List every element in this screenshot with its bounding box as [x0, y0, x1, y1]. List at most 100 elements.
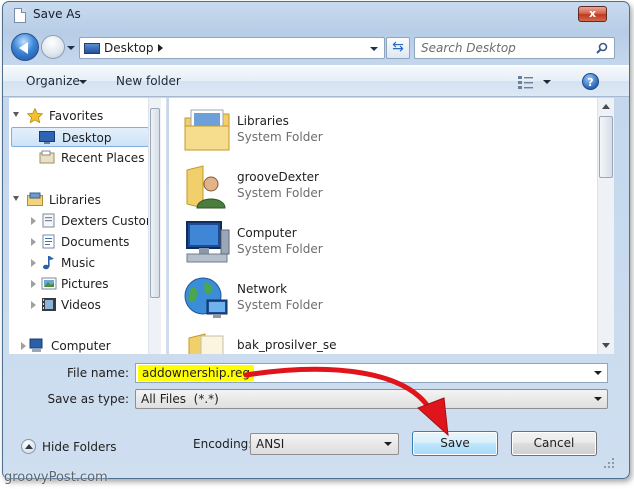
- collapse-up-icon[interactable]: [21, 439, 36, 454]
- sidebar-item-favorites[interactable]: Favorites: [9, 106, 151, 126]
- views-icon[interactable]: [517, 75, 535, 89]
- scrollbar-thumb[interactable]: [599, 116, 613, 178]
- sidebar-item-libraries[interactable]: Libraries: [9, 190, 151, 210]
- hide-folders-button[interactable]: Hide Folders: [21, 439, 121, 457]
- navigation-scrollbar[interactable]: [148, 98, 161, 354]
- watermark: groovyPost.com: [4, 470, 108, 485]
- expand-arrow-icon[interactable]: [13, 196, 19, 201]
- expand-arrow-icon[interactable]: [31, 280, 36, 288]
- sidebar-item-computer[interactable]: Computer: [9, 336, 151, 354]
- encoding-select[interactable]: ANSI: [250, 433, 399, 455]
- window-title: Save As: [33, 7, 81, 21]
- sidebar-item-label: Recent Places: [61, 151, 145, 165]
- scroll-up-icon[interactable]: [602, 104, 610, 109]
- expand-arrow-icon[interactable]: [31, 301, 36, 309]
- file-name: Computer: [237, 226, 297, 240]
- save-as-type-value: All Files (*.*): [141, 392, 219, 406]
- sidebar-item-label: Computer: [51, 339, 111, 353]
- file-name-label: File name:: [67, 366, 129, 380]
- chevron-down-icon[interactable]: [594, 397, 602, 401]
- document-icon: [14, 8, 26, 23]
- file-list: Libraries System Folder grooveDexter Sys…: [169, 98, 597, 354]
- help-button[interactable]: ?: [582, 73, 599, 90]
- chevron-down-icon[interactable]: [384, 442, 392, 446]
- file-name-field[interactable]: addownership.reg: [135, 363, 608, 383]
- address-bar[interactable]: Desktop: [79, 37, 385, 59]
- chevron-down-icon[interactable]: [594, 371, 602, 375]
- sidebar-item-recent-places[interactable]: Recent Places: [9, 148, 151, 168]
- save-button[interactable]: Save: [412, 431, 498, 456]
- list-item[interactable]: bak_prosilver_se: [169, 326, 589, 354]
- file-name-value[interactable]: addownership.reg: [138, 365, 254, 381]
- chevron-right-icon[interactable]: [158, 44, 163, 52]
- scrollbar-thumb[interactable]: [150, 108, 160, 298]
- file-name: Network: [237, 282, 288, 296]
- views-dropdown-icon[interactable]: [543, 80, 551, 84]
- videos-icon: [42, 298, 56, 311]
- recent-pages-dropdown-icon[interactable]: [67, 46, 75, 50]
- file-list-scrollbar[interactable]: [597, 98, 614, 354]
- documents-icon: [42, 234, 55, 249]
- save-as-type-select[interactable]: All Files (*.*): [135, 389, 608, 409]
- expand-arrow-icon[interactable]: [31, 238, 36, 246]
- file-name: Libraries: [237, 114, 289, 128]
- new-folder-button[interactable]: New folder: [116, 74, 181, 88]
- resize-grip-icon[interactable]: [603, 457, 615, 469]
- sidebar-item-label: Libraries: [49, 193, 101, 207]
- sidebar-item-desktop[interactable]: Desktop: [11, 127, 149, 147]
- expand-arrow-icon[interactable]: [31, 217, 36, 225]
- sidebar-item-label: Favorites: [49, 109, 104, 123]
- sidebar-item-label: Videos: [61, 298, 101, 312]
- cancel-button[interactable]: Cancel: [511, 431, 597, 456]
- title-bar[interactable]: Save As x: [3, 2, 629, 30]
- address-location[interactable]: Desktop: [104, 41, 154, 55]
- file-name: bak_prosilver_se: [237, 338, 337, 352]
- close-button[interactable]: x: [578, 6, 607, 22]
- search-box[interactable]: Search Desktop: [414, 37, 615, 59]
- file-type: System Folder: [237, 130, 323, 144]
- list-item[interactable]: Computer System Folder: [169, 214, 589, 270]
- address-dropdown-icon[interactable]: [370, 47, 378, 51]
- file-type: System Folder: [237, 298, 323, 312]
- refresh-button[interactable]: ⇆: [386, 37, 410, 59]
- list-item[interactable]: Network System Folder: [169, 270, 589, 326]
- star-icon: [27, 108, 43, 123]
- encoding-label: Encoding:: [193, 437, 253, 451]
- sidebar-item-dexters-custom[interactable]: Dexters Custom: [9, 211, 158, 231]
- libraries-folder-icon: [184, 109, 230, 151]
- user-folder-icon: [186, 165, 226, 209]
- list-item[interactable]: Libraries System Folder: [169, 102, 589, 158]
- scroll-down-icon[interactable]: [602, 343, 610, 348]
- computer-icon: [29, 338, 43, 352]
- forward-button[interactable]: [41, 35, 65, 59]
- expand-arrow-icon[interactable]: [31, 259, 36, 267]
- command-bar: Organize New folder ?: [3, 65, 629, 97]
- network-icon: [184, 277, 228, 318]
- save-as-dialog: Save As x Desktop ⇆ Search Desktop Organ…: [2, 1, 630, 479]
- file-type: System Folder: [237, 242, 323, 256]
- computer-icon: [186, 221, 230, 263]
- sidebar-item-label: Pictures: [61, 277, 109, 291]
- sidebar-item-label: Desktop: [62, 131, 112, 145]
- sidebar-item-videos[interactable]: Videos: [9, 295, 151, 315]
- music-icon: [43, 256, 54, 270]
- libraries-icon: [27, 192, 43, 206]
- search-input[interactable]: Search Desktop: [421, 41, 516, 55]
- desktop-icon: [84, 43, 100, 54]
- folder-icon: [188, 333, 224, 354]
- navigation-pane: Favorites Desktop Recent Places Librarie…: [9, 98, 167, 354]
- search-icon[interactable]: [596, 42, 608, 54]
- expand-arrow-icon[interactable]: [21, 342, 26, 350]
- back-button[interactable]: [11, 33, 39, 61]
- hide-folders-label[interactable]: Hide Folders: [42, 440, 117, 454]
- expand-arrow-icon[interactable]: [13, 112, 19, 117]
- list-item[interactable]: grooveDexter System Folder: [169, 158, 589, 214]
- file-name: grooveDexter: [237, 170, 319, 184]
- sidebar-item-music[interactable]: Music: [9, 253, 151, 273]
- encoding-value: ANSI: [256, 437, 285, 451]
- sidebar-item-pictures[interactable]: Pictures: [9, 274, 151, 294]
- sidebar-item-documents[interactable]: Documents: [9, 232, 151, 252]
- chevron-down-icon[interactable]: [79, 80, 87, 84]
- organize-menu[interactable]: Organize: [26, 74, 80, 88]
- sidebar-item-label: Documents: [61, 235, 130, 249]
